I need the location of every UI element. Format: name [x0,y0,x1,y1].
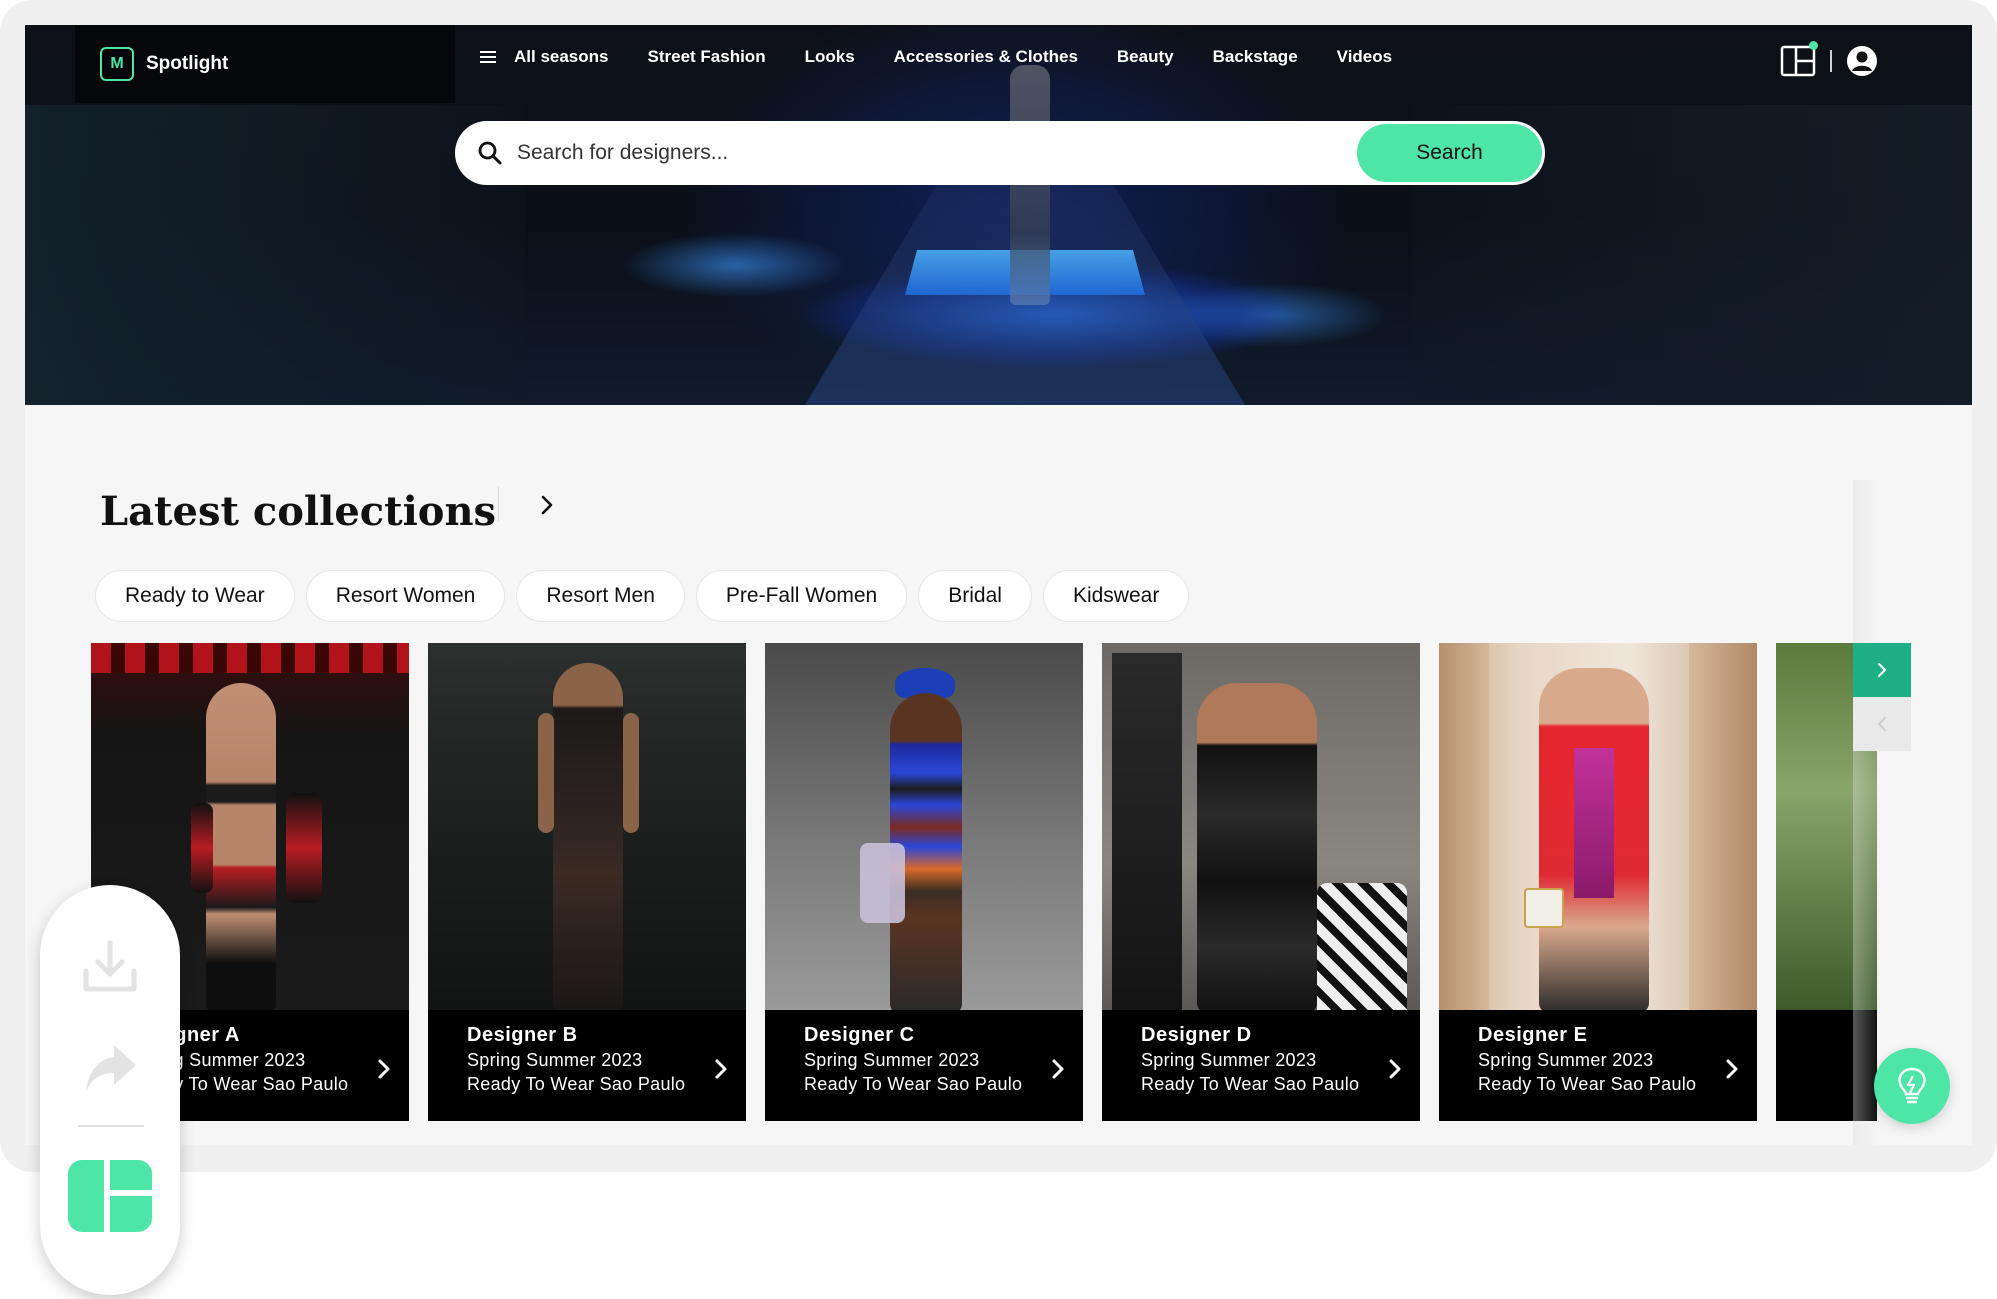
title-divider [498,487,499,521]
designer-name: Designer C [804,1024,915,1046]
logo-text: Spotlight [146,53,229,74]
carousel-controls [1853,643,1913,753]
collection-photo [1439,643,1757,1010]
chip-bridal[interactable]: Bridal [918,570,1032,622]
search-input[interactable] [517,141,1357,165]
collection-season: Spring Summer 2023 [467,1050,643,1070]
browser-frame: M Spotlight All seasons Street Fashion L… [0,0,1997,1172]
user-icon[interactable] [1846,45,1878,77]
collection-season: Spring Summer 2023 [804,1050,980,1070]
collection-card[interactable]: Designer E Spring Summer 2023 Ready To W… [1439,643,1757,1121]
collection-info: Designer E Spring Summer 2023 Ready To W… [1439,1010,1757,1121]
carousel-next-button[interactable] [1853,643,1911,697]
nav-item-label: All seasons [514,47,609,66]
search-button[interactable]: Search [1357,124,1542,182]
share-icon[interactable] [80,1037,140,1097]
notification-dot [1809,41,1818,50]
toolbar-divider [78,1125,144,1127]
hero-banner: M Spotlight All seasons Street Fashion L… [25,25,1972,405]
nav-backstage[interactable]: Backstage [1213,47,1298,67]
lightbulb-icon [1898,1067,1926,1104]
chip-resort-men[interactable]: Resort Men [516,570,685,622]
chevron-right-icon [715,1059,727,1079]
dashboard-icon[interactable] [68,1160,152,1232]
collection-card[interactable]: Designer D Spring Summer 2023 Ready To W… [1102,643,1420,1121]
collection-line: Ready To Wear Sao Paulo [467,1074,686,1094]
chevron-right-icon [1052,1059,1064,1079]
collection-photo [765,643,1083,1010]
nav-all-seasons[interactable]: All seasons [480,47,609,67]
audience-left [25,105,525,405]
chevron-right-icon [1878,663,1886,677]
collection-line: Ready To Wear Sao Paulo [804,1074,1023,1094]
collection-info: Designer C Spring Summer 2023 Ready To W… [765,1010,1083,1121]
designer-name: Designer E [1478,1024,1588,1046]
collection-line: Ready To Wear Sao Paulo [1141,1074,1360,1094]
collections-carousel: Designer A Spring Summer 2023 Ready To W… [91,643,1877,1121]
chevron-right-icon[interactable] [537,491,557,519]
collection-season: Spring Summer 2023 [1141,1050,1317,1070]
logo[interactable]: M Spotlight [100,47,228,81]
chip-ready-to-wear[interactable]: Ready to Wear [95,570,295,622]
hamburger-icon [480,51,496,63]
carousel-prev-button[interactable] [1853,697,1911,751]
chip-kidswear[interactable]: Kidswear [1042,570,1190,622]
collection-line: Ready To Wear Sao Paulo [1478,1074,1697,1094]
collection-card[interactable]: Designer B Spring Summer 2023 Ready To W… [428,643,746,1121]
header-actions [1780,41,1878,79]
help-button[interactable] [1874,1048,1950,1124]
collection-info: Designer D Spring Summer 2023 Ready To W… [1102,1010,1420,1121]
nav-accessories-clothes[interactable]: Accessories & Clothes [894,47,1078,67]
collection-photo [1102,643,1420,1010]
category-chips: Ready to Wear Resort Women Resort Men Pr… [95,570,1190,622]
chevron-right-icon [1389,1059,1401,1079]
search-bar: Search [455,121,1545,185]
floating-toolbar [40,885,180,1295]
logo-mark-icon: M [100,47,134,81]
chip-resort-women[interactable]: Resort Women [305,570,506,622]
main-nav: All seasons Street Fashion Looks Accesso… [480,47,1392,67]
nav-street-fashion[interactable]: Street Fashion [648,47,766,67]
layout-icon[interactable] [1780,41,1818,79]
designer-name: Designer D [1141,1024,1252,1046]
header-divider [1830,50,1832,72]
search-icon [478,141,502,165]
runway-model [1010,65,1050,305]
collection-info: Designer B Spring Summer 2023 Ready To W… [428,1010,746,1121]
download-icon[interactable] [80,937,140,997]
page: M Spotlight All seasons Street Fashion L… [25,25,1972,1145]
chevron-right-icon [1726,1059,1738,1079]
chevron-left-icon [1878,717,1886,731]
carousel-edge-shadow [1853,480,1883,1145]
nav-looks[interactable]: Looks [805,47,855,67]
nav-videos[interactable]: Videos [1337,47,1392,67]
chip-pre-fall-women[interactable]: Pre-Fall Women [695,570,908,622]
collection-card[interactable]: Designer C Spring Summer 2023 Ready To W… [765,643,1083,1121]
chevron-right-icon [378,1059,390,1079]
collection-photo [428,643,746,1010]
nav-beauty[interactable]: Beauty [1117,47,1174,67]
section-title: Latest collections [100,488,497,535]
designer-name: Designer B [467,1024,578,1046]
collection-season: Spring Summer 2023 [1478,1050,1654,1070]
